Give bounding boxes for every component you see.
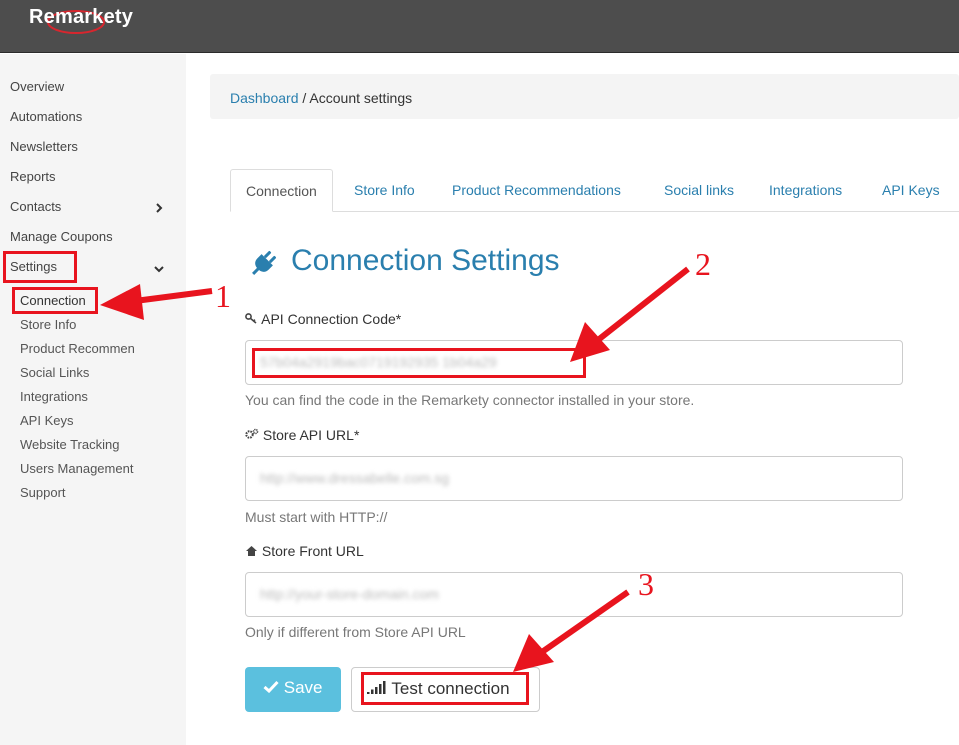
sidebar-item-contacts[interactable]: Contacts (10, 199, 61, 214)
tab-api-keys[interactable]: API Keys (882, 169, 940, 212)
api-code-help: You can find the code in the Remarkety c… (245, 392, 695, 408)
save-button[interactable]: Save (245, 667, 341, 712)
store-front-url-label-text: Store Front URL (261, 543, 364, 559)
sidebar-item-manage-coupons[interactable]: Manage Coupons (10, 229, 113, 244)
tab-product-recommendations[interactable]: Product Recommendations (452, 169, 621, 212)
breadcrumb-dashboard-link[interactable]: Dashboard (230, 90, 299, 106)
sidebar-subitem-store-info[interactable]: Store Info (20, 317, 135, 332)
api-code-label: API Connection Code* (245, 311, 401, 327)
annotation-box-test-connection (361, 672, 529, 705)
sidebar-item-newsletters[interactable]: Newsletters (10, 139, 78, 154)
store-front-url-label: Store Front URL (245, 543, 364, 559)
required-mark: * (395, 311, 402, 327)
store-api-url-label: Store API URL* (245, 427, 359, 443)
store-front-url-help: Only if different from Store API URL (245, 624, 466, 640)
tab-social-links[interactable]: Social links (664, 169, 734, 212)
annotation-box-settings (3, 251, 77, 283)
sidebar-subitem-support[interactable]: Support (20, 485, 135, 500)
annotation-box-api-code (252, 348, 586, 378)
annotation-number-3: 3 (638, 566, 654, 602)
gears-icon (245, 428, 259, 439)
breadcrumb-separator: / (298, 90, 310, 106)
plug-icon (252, 250, 277, 275)
store-front-url-input[interactable]: http://your-store-domain.com (245, 572, 903, 617)
annotation-box-connection (12, 287, 98, 314)
save-button-label: Save (283, 678, 323, 697)
store-api-url-help: Must start with HTTP:// (245, 509, 388, 525)
check-icon (263, 680, 279, 694)
store-front-url-placeholder: http://your-store-domain.com (260, 586, 439, 602)
chevron-down-icon[interactable] (154, 264, 164, 274)
tab-integrations[interactable]: Integrations (769, 169, 842, 212)
remarkety-logo[interactable]: Remarkety (29, 6, 133, 29)
chevron-right-icon[interactable] (154, 203, 164, 213)
annotation-number-1: 1 (215, 278, 231, 314)
sidebar-subitem-api-keys[interactable]: API Keys (20, 413, 135, 428)
sidebar-subitem-users-management[interactable]: Users Management (20, 461, 135, 476)
required-mark: * (353, 427, 360, 443)
store-api-url-value: http://www.dressabelle.com.sg (260, 470, 450, 486)
tab-connection[interactable]: Connection (230, 169, 333, 212)
api-code-label-text: API Connection Code (261, 311, 396, 327)
breadcrumb-current: Account settings (309, 90, 413, 106)
key-icon (245, 313, 257, 324)
sidebar-item-reports[interactable]: Reports (10, 169, 56, 184)
home-icon (246, 546, 257, 556)
sidebar-item-overview[interactable]: Overview (10, 79, 64, 94)
sidebar-subitem-website-tracking[interactable]: Website Tracking (20, 437, 135, 452)
breadcrumb: Dashboard / Account settings (210, 74, 959, 119)
sidebar-subitem-product-recommendations[interactable]: Product Recommendations (20, 341, 135, 356)
page-title: Connection Settings (291, 244, 560, 277)
annotation-number-2: 2 (695, 246, 711, 282)
settings-tabs: Connection Store Info Product Recommenda… (230, 169, 959, 212)
sidebar-subitem-integrations[interactable]: Integrations (20, 389, 135, 404)
store-api-url-label-text: Store API URL (262, 427, 354, 443)
sidebar-item-automations[interactable]: Automations (10, 109, 82, 124)
tab-store-info[interactable]: Store Info (354, 169, 415, 212)
top-bar: Remarkety (0, 0, 959, 53)
sidebar-subitem-social-links[interactable]: Social Links (20, 365, 135, 380)
store-api-url-input[interactable]: http://www.dressabelle.com.sg (245, 456, 903, 501)
